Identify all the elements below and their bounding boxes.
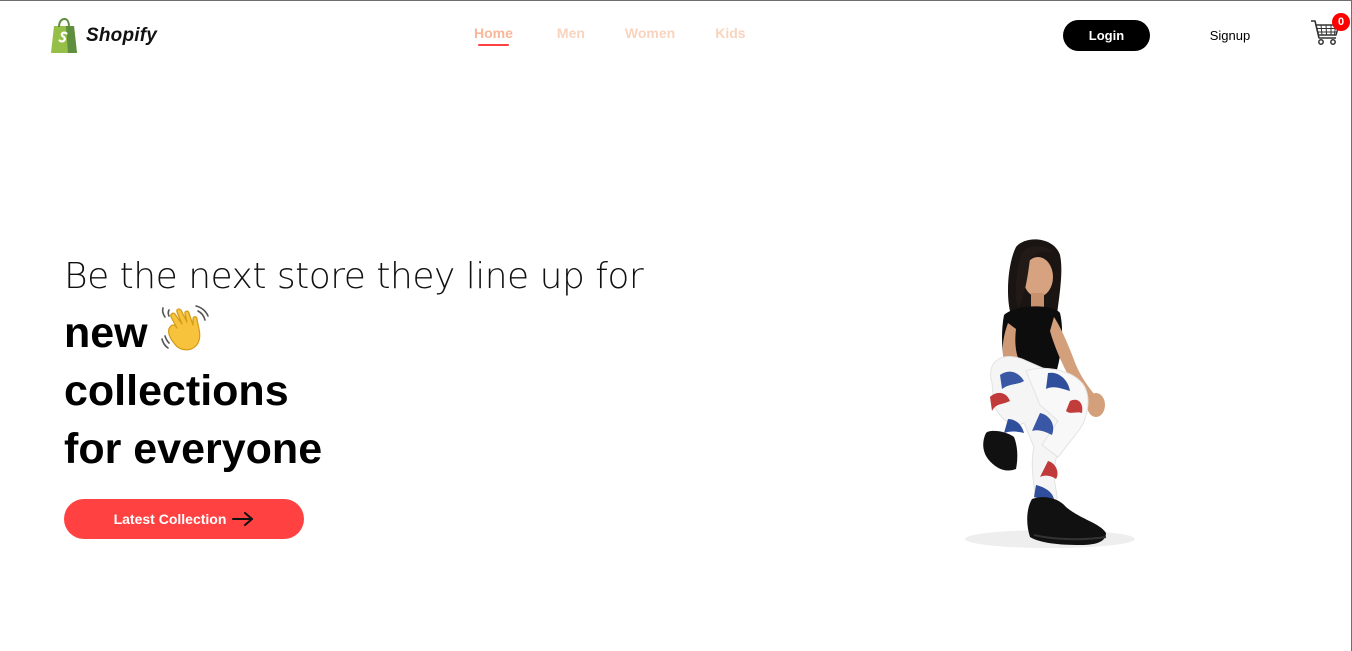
hero-line-everyone: for everyone <box>64 425 323 473</box>
cart-button[interactable]: 0 <box>1310 13 1350 49</box>
shopping-bag-icon <box>51 17 77 53</box>
cart-count-badge: 0 <box>1332 13 1350 31</box>
hero-text: Be the next store they line up for new c… <box>64 251 644 478</box>
nav-item-label: Home <box>474 25 513 41</box>
hero-line-collections: collections <box>64 367 289 415</box>
nav-item-kids[interactable]: Kids <box>715 25 745 41</box>
arrow-right-icon <box>232 512 254 526</box>
nav-item-home[interactable]: Home <box>474 25 513 46</box>
cta-label: Latest Collection <box>113 511 227 527</box>
nav-menu: Home Men Women Kids <box>474 25 786 46</box>
waving-hand-icon <box>160 305 209 351</box>
latest-collection-button[interactable]: Latest Collection <box>64 499 304 539</box>
hero-line-new: new <box>64 303 643 362</box>
hero-model-image <box>965 239 1135 548</box>
nav-item-women[interactable]: Women <box>625 25 675 41</box>
login-button[interactable]: Login <box>1063 20 1150 51</box>
signup-button[interactable]: Signup <box>1192 20 1268 51</box>
nav-item-label: Kids <box>715 25 746 41</box>
brand-name: Shopify <box>86 25 158 46</box>
nav-item-label: Women <box>624 25 676 41</box>
brand[interactable]: Shopify <box>48 17 157 55</box>
nav-item-men[interactable]: Men <box>557 25 585 41</box>
nav-item-label: Men <box>556 25 585 41</box>
hero-tagline: Be the next store they line up for <box>64 256 644 297</box>
hero-line-text: new <box>64 309 148 357</box>
page: Shopify Home Men Women Kids Login Signup <box>0 0 1352 651</box>
active-underline <box>478 44 509 46</box>
